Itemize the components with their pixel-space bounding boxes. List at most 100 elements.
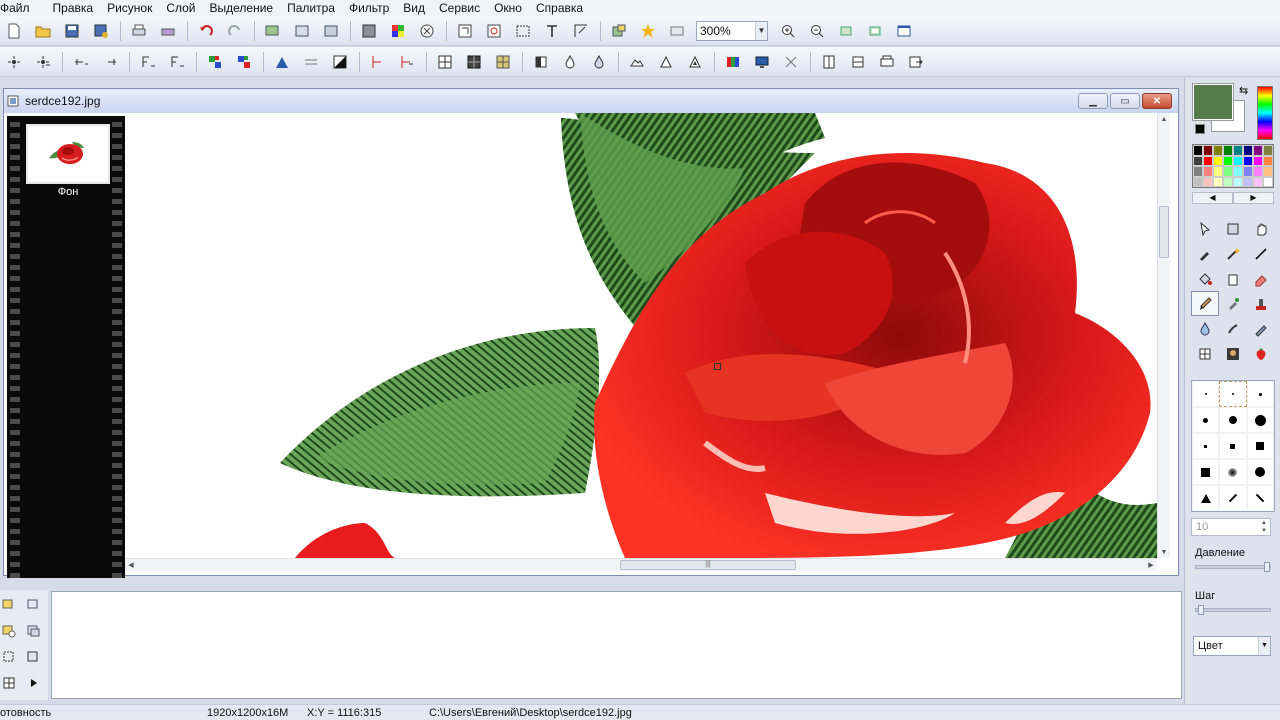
palette-swatch[interactable]: [1223, 145, 1233, 156]
star-icon[interactable]: [636, 20, 660, 42]
scroll-down-icon[interactable]: ▼: [1158, 546, 1170, 558]
horizontal-scrollbar[interactable]: ◀ ||| ▶: [125, 558, 1157, 571]
blend-mode-select[interactable]: Цвет ▼: [1193, 636, 1271, 656]
shift-right-icon[interactable]: [98, 51, 122, 73]
redo-icon[interactable]: [223, 20, 247, 42]
grid-color-icon[interactable]: [491, 51, 515, 73]
brush-preset[interactable]: [1192, 485, 1220, 511]
layer-select-all-icon[interactable]: [24, 648, 42, 666]
brush-preset[interactable]: [1246, 433, 1274, 459]
zoom-out-icon[interactable]: [805, 20, 829, 42]
menu-help[interactable]: Справка: [529, 0, 590, 16]
portrait-icon[interactable]: [1219, 341, 1247, 366]
select-sub-icon[interactable]: [31, 51, 55, 73]
default-colors-icon[interactable]: [1195, 124, 1205, 134]
save-icon[interactable]: [60, 20, 84, 42]
layer-new-icon[interactable]: [0, 596, 18, 614]
page-icon[interactable]: [817, 51, 841, 73]
smudge-icon[interactable]: [1219, 316, 1247, 341]
scroll-left-icon[interactable]: ◀: [125, 559, 137, 571]
layer-thumbnail[interactable]: [26, 124, 110, 184]
grid-icon[interactable]: [433, 51, 457, 73]
magic-wand-icon[interactable]: [1219, 241, 1247, 266]
palette-swatch[interactable]: [1243, 166, 1253, 177]
hand-icon[interactable]: [1247, 216, 1275, 241]
palette-swatch[interactable]: [1193, 176, 1203, 187]
color-grid-icon[interactable]: [232, 51, 256, 73]
brush-preset[interactable]: [1246, 485, 1274, 511]
palette-swatch[interactable]: [1233, 155, 1243, 166]
palette-swatch[interactable]: [1253, 145, 1263, 156]
pencil-icon[interactable]: [1247, 316, 1275, 341]
shift-left-icon[interactable]: [69, 51, 93, 73]
zoom-in-icon[interactable]: [776, 20, 800, 42]
vertical-scroll-thumb[interactable]: [1159, 206, 1169, 258]
brush-preset[interactable]: [1219, 381, 1247, 407]
palette-swatch[interactable]: [1213, 176, 1223, 187]
menu-filter[interactable]: Фильтр: [342, 0, 396, 16]
menu-selection[interactable]: Выделение: [203, 0, 281, 16]
step-slider-knob[interactable]: [1198, 605, 1204, 615]
fullscreen-icon[interactable]: [665, 20, 689, 42]
layer-copy-icon[interactable]: [24, 596, 42, 614]
print-icon[interactable]: [127, 20, 151, 42]
doc-icon[interactable]: [846, 51, 870, 73]
color-spectrum[interactable]: [1257, 86, 1273, 140]
chevron-down-icon[interactable]: ▼: [1258, 637, 1270, 655]
layer-group-icon[interactable]: [24, 622, 42, 640]
grid-tool-icon[interactable]: [1191, 341, 1219, 366]
export-icon[interactable]: [904, 51, 928, 73]
auto-level-icon[interactable]: [366, 51, 390, 73]
palette-swatch[interactable]: [1203, 176, 1213, 187]
drop-tool-icon[interactable]: [1191, 316, 1219, 341]
palette-swatch[interactable]: [1223, 166, 1233, 177]
grid-dark-icon[interactable]: [462, 51, 486, 73]
palette-swatch[interactable]: [1223, 155, 1233, 166]
window-icon[interactable]: [892, 20, 916, 42]
flip-h-icon[interactable]: [136, 51, 160, 73]
brush-preset[interactable]: [1192, 459, 1220, 485]
effect-icon[interactable]: [415, 20, 439, 42]
palette-swatch[interactable]: [1233, 176, 1243, 187]
triangle-small-icon[interactable]: [683, 51, 707, 73]
palette-swatch[interactable]: [1243, 176, 1253, 187]
text-icon[interactable]: [540, 20, 564, 42]
flip-v-icon[interactable]: [165, 51, 189, 73]
brush-preset[interactable]: [1219, 433, 1247, 459]
palette-swatch[interactable]: [1213, 145, 1223, 156]
palette-swatch[interactable]: [1193, 155, 1203, 166]
palette-swatch[interactable]: [1243, 145, 1253, 156]
strawberry-icon[interactable]: [1247, 341, 1275, 366]
palette-swatch[interactable]: [1253, 166, 1263, 177]
monitor-icon[interactable]: [750, 51, 774, 73]
scroll-up-icon[interactable]: ▲: [1158, 113, 1170, 125]
brush-preset[interactable]: [1219, 407, 1247, 433]
scan-icon[interactable]: [156, 20, 180, 42]
menu-palette[interactable]: Палитра: [280, 0, 342, 16]
brush-preset[interactable]: [1246, 407, 1274, 433]
picker-icon[interactable]: [1191, 241, 1219, 266]
pressure-slider[interactable]: [1195, 562, 1271, 572]
palette-icon[interactable]: [386, 20, 410, 42]
palette-swatch[interactable]: [1263, 145, 1273, 156]
save-as-icon[interactable]: [89, 20, 113, 42]
noise-icon[interactable]: [779, 51, 803, 73]
layer-select-icon[interactable]: [0, 648, 18, 666]
palette-swatch[interactable]: [1263, 176, 1273, 187]
palette-swatch[interactable]: [1263, 155, 1273, 166]
zoom-select[interactable]: 300% ▼: [696, 20, 768, 41]
layers-panel[interactable]: [51, 591, 1182, 699]
scroll-right-icon[interactable]: ▶: [1145, 559, 1157, 571]
palette-swatch[interactable]: [1243, 155, 1253, 166]
bucket-icon[interactable]: [1219, 266, 1247, 291]
palette-next-icon[interactable]: ▶: [1233, 192, 1274, 204]
minimize-button[interactable]: ▁: [1078, 93, 1108, 109]
brush-preset[interactable]: [1192, 407, 1220, 433]
drop-icon[interactable]: [558, 51, 582, 73]
menu-edit[interactable]: Правка: [37, 0, 101, 16]
fit-icon[interactable]: [834, 20, 858, 42]
palette-swatch[interactable]: [1223, 176, 1233, 187]
triangle-outline-icon[interactable]: [654, 51, 678, 73]
layer-flatten-icon[interactable]: [319, 20, 343, 42]
brush-size-input[interactable]: 10 ▲ ▼: [1191, 518, 1271, 536]
